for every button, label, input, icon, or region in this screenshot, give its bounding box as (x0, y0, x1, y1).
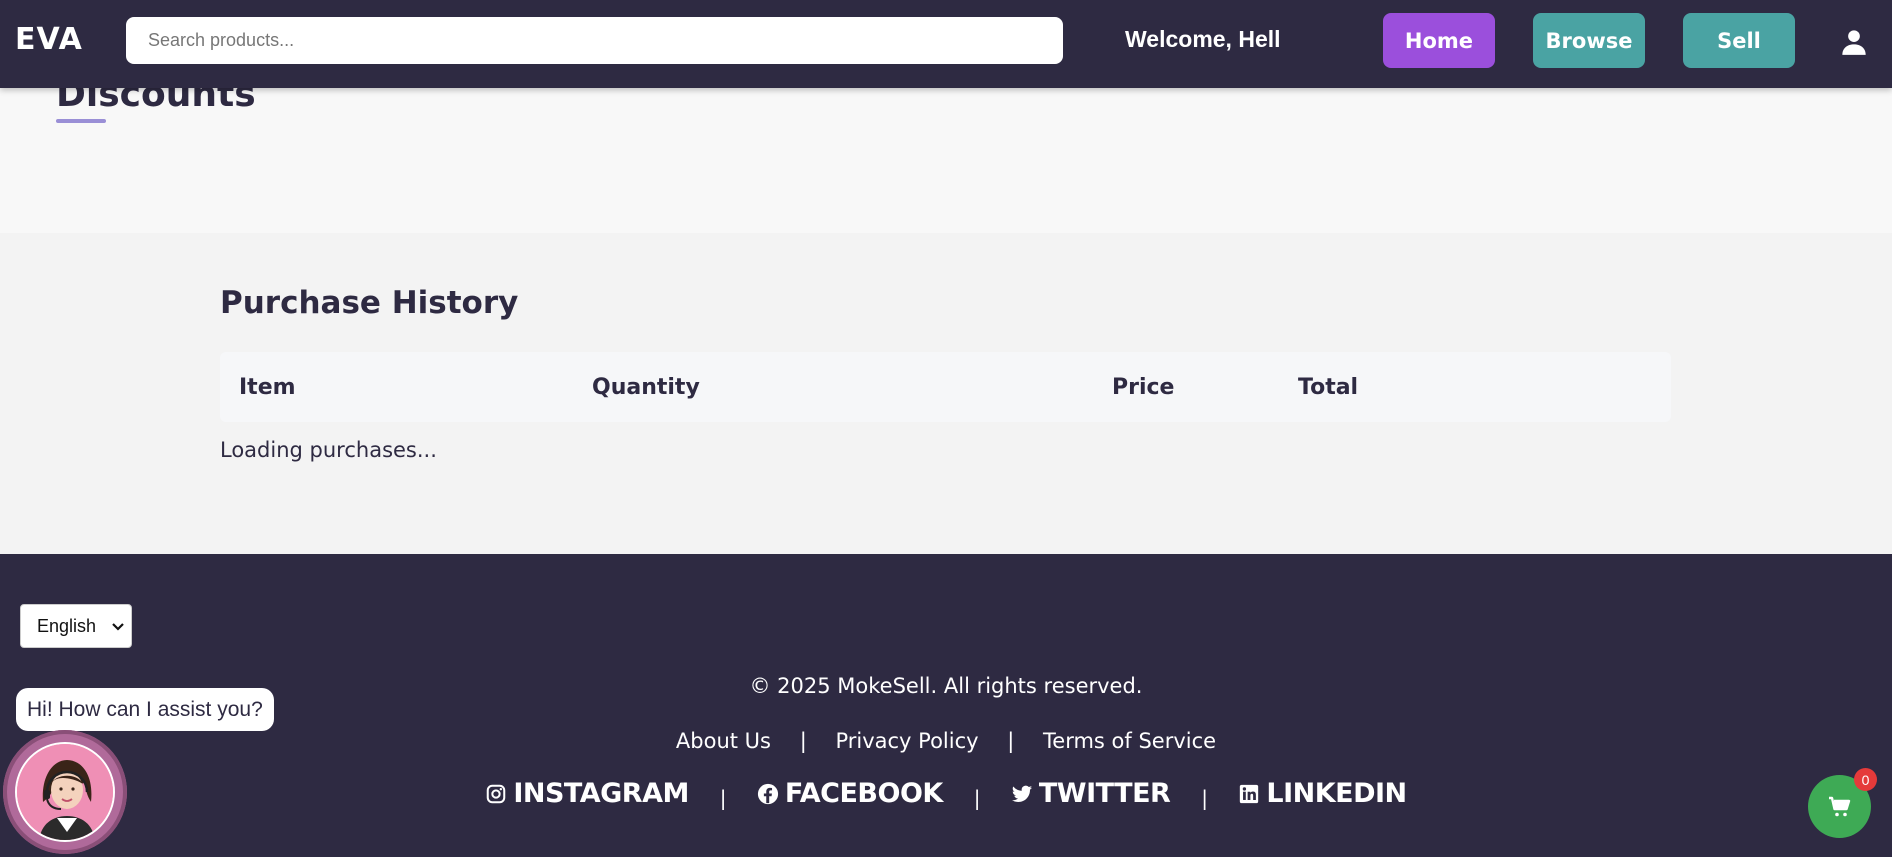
purchase-history-title: Purchase History (220, 285, 519, 321)
chevron-down-icon (112, 623, 124, 631)
chat-avatar[interactable] (15, 742, 115, 842)
terms-of-service-link[interactable]: Terms of Service (1043, 729, 1216, 753)
language-value: English (37, 615, 97, 636)
privacy-policy-link[interactable]: Privacy Policy (835, 729, 978, 753)
user-icon[interactable] (1840, 28, 1868, 56)
twitter-icon (1011, 785, 1032, 802)
instagram-label: INSTAGRAM (513, 778, 689, 809)
twitter-label: TWITTER (1038, 778, 1171, 809)
cart-count-badge: 0 (1854, 768, 1877, 791)
column-price: Price (1112, 375, 1175, 400)
facebook-link[interactable]: FACEBOOK (757, 778, 943, 809)
chat-greeting-bubble[interactable]: Hi! How can I assist you? (16, 688, 274, 731)
home-button[interactable]: Home (1383, 13, 1495, 68)
linkedin-link[interactable]: LINKEDIN (1238, 778, 1407, 809)
welcome-text: Welcome, Hell (1125, 26, 1281, 52)
linkedin-label: LINKEDIN (1266, 778, 1407, 809)
column-quantity: Quantity (592, 375, 700, 400)
social-separator: | (1201, 785, 1208, 810)
social-separator: | (973, 785, 981, 810)
language-select[interactable]: English (20, 604, 132, 648)
link-separator: | (799, 729, 807, 753)
sell-button[interactable]: Sell (1683, 13, 1795, 68)
column-total: Total (1298, 375, 1359, 400)
title-underline (56, 119, 106, 123)
about-us-link[interactable]: About Us (676, 729, 771, 753)
facebook-label: FACEBOOK (784, 778, 943, 809)
search-input[interactable] (126, 17, 1063, 64)
copyright-text: © 2025 MokeSell. All rights reserved. (749, 674, 1143, 698)
instagram-link[interactable]: INSTAGRAM (485, 778, 689, 809)
social-links: INSTAGRAM | FACEBOOK | TWITTER | LINKEDI… (0, 778, 1892, 812)
footer-links: About Us | Privacy Policy | Terms of Ser… (0, 729, 1892, 753)
purchase-table-header: Item Quantity Price Total (220, 352, 1671, 422)
purchase-history-section: Purchase History Item Quantity Price Tot… (0, 233, 1892, 554)
top-navbar: EVA Welcome, Hell Home Browse Sell (0, 0, 1892, 88)
linkedin-icon (1240, 784, 1259, 803)
discounts-section: Discounts (0, 74, 1892, 233)
assistant-avatar-icon (17, 744, 113, 840)
loading-status: Loading purchases... (220, 438, 437, 462)
cart-icon (1828, 796, 1850, 816)
site-logo[interactable]: EVA (15, 22, 83, 57)
facebook-icon (757, 783, 778, 804)
browse-button[interactable]: Browse (1533, 13, 1645, 68)
link-separator: | (1007, 729, 1015, 753)
footer: English © 2025 MokeSell. All rights rese… (0, 554, 1892, 857)
instagram-icon (487, 784, 506, 803)
twitter-link[interactable]: TWITTER (1011, 778, 1171, 809)
column-item: Item (239, 375, 296, 400)
social-separator: | (719, 785, 727, 810)
